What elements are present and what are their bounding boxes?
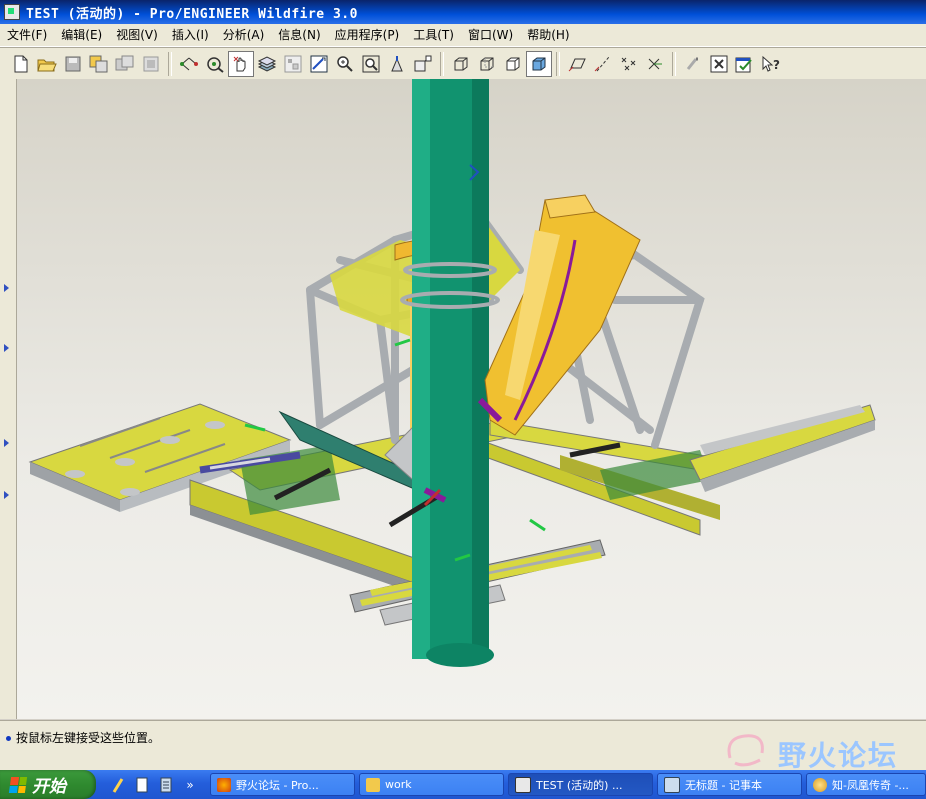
refit-icon[interactable] — [384, 51, 410, 77]
menu-edit[interactable]: 编辑(E) — [54, 24, 109, 46]
datum-points-icon[interactable] — [616, 51, 642, 77]
coordinate-systems-icon[interactable] — [642, 51, 668, 77]
expand-arrow-icon[interactable] — [4, 439, 9, 447]
datum-display-icon[interactable] — [176, 51, 202, 77]
title-bar[interactable]: TEST (活动的) - Pro/ENGINEER Wildfire 3.0 — [0, 0, 926, 24]
notepad-icon — [664, 776, 680, 793]
menu-window[interactable]: 窗口(W) — [461, 24, 520, 46]
music-player-icon — [813, 777, 827, 792]
context-help-icon[interactable]: ? — [758, 51, 784, 77]
watermark-logo-icon — [727, 734, 764, 767]
status-message: 按鼠标左键接受这些位置。 — [6, 729, 160, 746]
toolbar-separator — [672, 52, 676, 76]
folder-icon — [366, 777, 380, 792]
windows-flag-icon — [8, 776, 28, 793]
erase-icon[interactable] — [138, 51, 164, 77]
green-pipe — [400, 79, 500, 667]
right-arm — [689, 404, 876, 492]
no-hidden-icon[interactable] — [500, 51, 526, 77]
datum-axes-icon[interactable] — [590, 51, 616, 77]
quick-launch-tool-icon[interactable] — [109, 776, 127, 794]
start-button[interactable]: 开始 — [0, 770, 96, 799]
menu-analysis[interactable]: 分析(A) — [216, 24, 272, 46]
quick-launch: » — [106, 776, 202, 794]
quick-launch-document-icon[interactable] — [133, 776, 151, 794]
model-tree-icon[interactable] — [280, 51, 306, 77]
menu-file[interactable]: 文件(F) — [0, 24, 54, 46]
taskbar-button-browser[interactable]: 野火论坛 - Pro... — [210, 773, 355, 796]
menu-applications[interactable]: 应用程序(P) — [328, 24, 407, 46]
regenerate-icon[interactable] — [680, 51, 706, 77]
shading-icon[interactable] — [526, 51, 552, 77]
save-copy-icon[interactable] — [86, 51, 112, 77]
proe-app-icon — [515, 776, 531, 793]
datum-planes-icon[interactable] — [564, 51, 590, 77]
left-dock-bar[interactable] — [0, 79, 17, 719]
app-icon[interactable] — [4, 4, 20, 20]
quick-launch-overflow[interactable]: » — [181, 776, 199, 794]
selection-filter-icon[interactable] — [202, 51, 228, 77]
zoom-in-icon[interactable] — [332, 51, 358, 77]
menu-view[interactable]: 视图(V) — [109, 24, 165, 46]
save-icon[interactable] — [60, 51, 86, 77]
toolbar-separator — [440, 52, 444, 76]
spin-center-icon[interactable] — [228, 51, 254, 77]
expand-arrow-icon[interactable] — [4, 491, 9, 499]
menu-bar: 文件(F) 编辑(E) 视图(V) 插入(I) 分析(A) 信息(N) 应用程序… — [0, 24, 926, 47]
repaint-icon[interactable] — [306, 51, 332, 77]
taskbar-button-folder[interactable]: work — [359, 773, 504, 796]
svg-text:?: ? — [773, 58, 780, 72]
toolbar-separator — [556, 52, 560, 76]
menu-help[interactable]: 帮助(H) — [520, 24, 576, 46]
menu-tools[interactable]: 工具(T) — [406, 24, 461, 46]
new-file-icon[interactable] — [8, 51, 34, 77]
forum-watermark: 野火论坛 — [720, 728, 920, 772]
window-title: TEST (活动的) - Pro/ENGINEER Wildfire 3.0 — [26, 6, 358, 22]
graphics-viewport[interactable] — [17, 79, 926, 719]
backup-icon[interactable] — [112, 51, 138, 77]
firefox-icon — [217, 777, 231, 792]
yellow-chute — [484, 194, 641, 436]
taskbar-button-proe[interactable]: TEST (活动的) ... — [508, 773, 653, 796]
expand-arrow-icon[interactable] — [4, 284, 9, 292]
cad-model — [28, 79, 876, 667]
main-toolbar: ? — [0, 47, 926, 81]
wireframe-icon[interactable] — [448, 51, 474, 77]
watermark-text: 野火论坛 — [778, 739, 899, 772]
taskbar-button-notepad[interactable]: 无标题 - 记事本 — [657, 773, 802, 796]
quick-launch-notes-icon[interactable] — [157, 776, 175, 794]
menu-insert[interactable]: 插入(I) — [165, 24, 216, 46]
toolbar-separator — [168, 52, 172, 76]
open-folder-icon[interactable] — [34, 51, 60, 77]
layers-icon[interactable] — [254, 51, 280, 77]
close-window-icon[interactable] — [706, 51, 732, 77]
zoom-out-icon[interactable] — [358, 51, 384, 77]
bullet-icon — [6, 736, 11, 741]
expand-arrow-icon[interactable] — [4, 344, 9, 352]
menu-info[interactable]: 信息(N) — [271, 24, 327, 46]
taskbar-button-music[interactable]: 知-凤凰传奇 -... — [806, 773, 926, 796]
taskbar: 开始 » 野火论坛 - Pro... work TEST (活动的) ... 无… — [0, 770, 926, 799]
verify-icon[interactable] — [732, 51, 758, 77]
hidden-line-icon[interactable] — [474, 51, 500, 77]
orient-icon[interactable] — [410, 51, 436, 77]
